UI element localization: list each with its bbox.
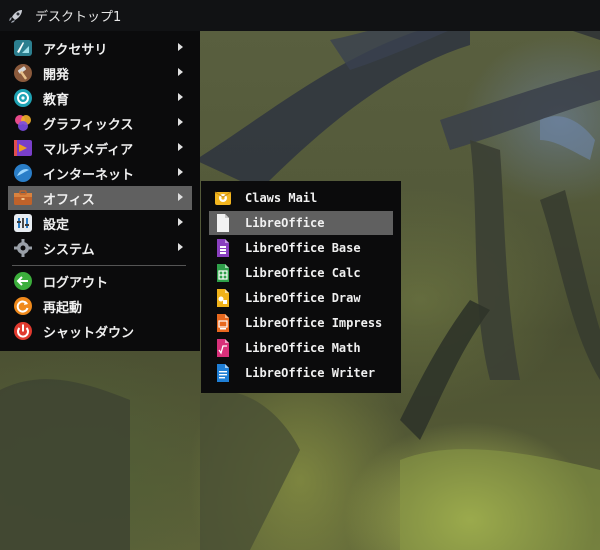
menu-item-label: ログアウト xyxy=(43,275,109,291)
submenu-item-label: Claws Mail xyxy=(245,191,318,205)
submenu-item-libreoffice-calc[interactable]: LibreOffice Calc xyxy=(209,261,393,285)
rocket-icon[interactable] xyxy=(7,7,25,25)
submenu-arrow-icon xyxy=(178,243,183,251)
menu-item-internet[interactable]: インターネット xyxy=(8,161,192,185)
settings-icon xyxy=(13,213,33,233)
document-icon xyxy=(214,213,232,233)
menu-item-label: シャットダウン xyxy=(43,325,135,341)
restart-icon xyxy=(13,296,33,316)
education-icon xyxy=(13,88,33,108)
submenu-arrow-icon xyxy=(178,193,183,201)
menu-item-settings[interactable]: 設定 xyxy=(8,211,192,235)
submenu-item-label: LibreOffice Math xyxy=(245,341,361,355)
menu-item-label: グラフィックス xyxy=(43,117,134,133)
menu-item-label: マルチメディア xyxy=(43,142,134,158)
accessories-icon xyxy=(13,38,33,58)
menu-item-label: アクセサリ xyxy=(43,42,108,58)
writer-icon xyxy=(214,363,232,383)
submenu-item-libreoffice-base[interactable]: LibreOffice Base xyxy=(209,236,393,260)
menu-item-graphics[interactable]: グラフィックス xyxy=(8,111,192,135)
submenu-arrow-icon xyxy=(178,218,183,226)
submenu-item-label: LibreOffice Impress xyxy=(245,316,383,330)
menu-item-label: 再起動 xyxy=(43,300,83,316)
multimedia-icon xyxy=(13,138,33,158)
submenu-item-label: LibreOffice Calc xyxy=(245,266,361,280)
submenu-item-libreoffice-writer[interactable]: LibreOffice Writer xyxy=(209,361,393,385)
submenu-arrow-icon xyxy=(178,118,183,126)
logout-icon xyxy=(13,271,33,291)
top-panel: デスクトップ1 xyxy=(0,0,600,31)
submenu-arrow-icon xyxy=(178,143,183,151)
submenu-arrow-icon xyxy=(178,93,183,101)
menu-item-office[interactable]: オフィス xyxy=(8,186,192,210)
menu-item-restart[interactable]: 再起動 xyxy=(8,294,192,318)
submenu-item-label: LibreOffice xyxy=(245,216,325,230)
menu-item-label: システム xyxy=(43,242,95,258)
submenu-item-label: LibreOffice Writer xyxy=(245,366,376,380)
submenu-item-label: LibreOffice Draw xyxy=(245,291,361,305)
office-submenu: Claws Mail LibreOffice LibreOffice Base xyxy=(201,181,401,393)
internet-icon xyxy=(13,163,33,183)
submenu-arrow-icon xyxy=(178,168,183,176)
application-menu: アクセサリ 開発 教育 グラフィックス マルチメディア インターネット オフィス… xyxy=(0,31,200,351)
submenu-item-claws-mail[interactable]: Claws Mail xyxy=(209,186,393,210)
menu-item-label: 設定 xyxy=(43,217,70,233)
menu-item-logout[interactable]: ログアウト xyxy=(8,269,192,293)
menu-item-system[interactable]: システム xyxy=(8,236,192,260)
submenu-item-libreoffice-impress[interactable]: LibreOffice Impress xyxy=(209,311,393,335)
menu-separator xyxy=(12,265,186,266)
menu-item-label: インターネット xyxy=(43,167,135,183)
menu-item-label: オフィス xyxy=(43,192,95,208)
calc-icon xyxy=(214,263,232,283)
submenu-arrow-icon xyxy=(178,43,183,51)
office-icon xyxy=(13,188,33,208)
submenu-item-label: LibreOffice Base xyxy=(245,241,361,255)
math-icon xyxy=(214,338,232,358)
gear-icon xyxy=(13,238,33,258)
menu-item-multimedia[interactable]: マルチメディア xyxy=(8,136,192,160)
mail-icon xyxy=(214,188,232,208)
menu-item-education[interactable]: 教育 xyxy=(8,86,192,110)
submenu-item-libreoffice-math[interactable]: LibreOffice Math xyxy=(209,336,393,360)
submenu-item-libreoffice-draw[interactable]: LibreOffice Draw xyxy=(209,286,393,310)
submenu-arrow-icon xyxy=(178,68,183,76)
menu-item-label: 開発 xyxy=(43,67,70,83)
submenu-item-libreoffice[interactable]: LibreOffice xyxy=(209,211,393,235)
menu-item-accessories[interactable]: アクセサリ xyxy=(8,36,192,60)
power-icon xyxy=(13,321,33,341)
menu-item-label: 教育 xyxy=(43,92,70,108)
base-icon xyxy=(214,238,232,258)
workspace-title[interactable]: デスクトップ1 xyxy=(35,6,121,25)
graphics-icon xyxy=(13,113,33,133)
menu-item-development[interactable]: 開発 xyxy=(8,61,192,85)
hammer-icon xyxy=(13,63,33,83)
menu-item-shutdown[interactable]: シャットダウン xyxy=(8,319,192,343)
draw-icon xyxy=(214,288,232,308)
impress-icon xyxy=(214,313,232,333)
